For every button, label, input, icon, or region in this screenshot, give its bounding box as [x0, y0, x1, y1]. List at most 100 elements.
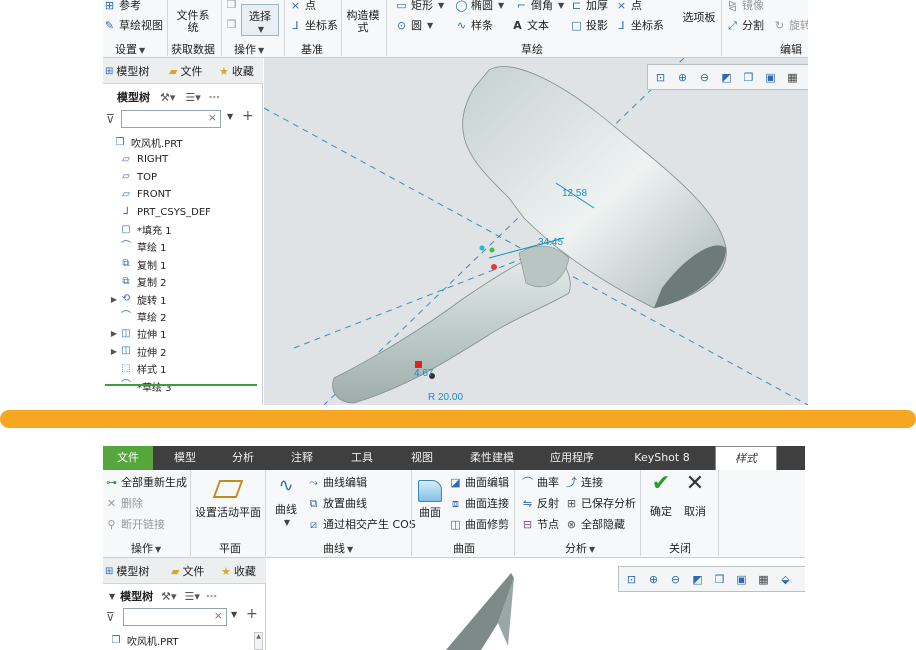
tree-columns-icon[interactable]: ☰▾ [185, 91, 200, 104]
surface-edit-button[interactable]: ◪ 曲面编辑 [449, 474, 509, 490]
tree-item[interactable]: ⧉ 复制 1 [103, 256, 263, 273]
zoom-out-icon[interactable]: ⊖ [696, 69, 713, 86]
tree-item[interactable]: ❒ 吹风机.PRT [103, 134, 263, 151]
set-active-plane-button[interactable]: 设置活动平面 [195, 480, 261, 519]
expand-arrow-icon[interactable]: ▶ [109, 329, 119, 338]
cancel-button[interactable]: ✕ 取消 [679, 473, 711, 518]
tree-header[interactable]: 模型树 ⚒▾ ☰▾ ⋯ [103, 88, 263, 106]
surface-trim-button[interactable]: ◫ 曲面修剪 [449, 516, 509, 532]
expand-arrow-icon[interactable]: ▶ [109, 295, 119, 304]
surface-connect-button[interactable]: ⧈ 曲面连接 [449, 495, 509, 511]
refit-icon[interactable]: ⊡ [652, 69, 669, 86]
tab-favorites[interactable]: ★ 收藏 [221, 563, 256, 579]
divide-button[interactable]: ⤢ 分割 [726, 17, 764, 33]
zoom-in-icon[interactable]: ⊕ [674, 69, 691, 86]
tree-filter-icon[interactable]: ⋯ [206, 590, 217, 603]
reflection-button[interactable]: ⇋ 反射 [521, 495, 559, 511]
tree-header[interactable]: ▼ 模型树 ⚒▾ ☰▾ ⋯ [103, 587, 266, 605]
graphics-viewport[interactable]: 12.58 34.45 4.67 R 20.00 ⊡ ⊕ ⊖ ◩ ❐ ▣ ▦ [264, 58, 808, 405]
expand-arrow-icon[interactable]: ▶ [109, 347, 119, 356]
tab-8[interactable]: KeyShot 8 [613, 446, 711, 470]
chevron-down-icon[interactable]: ▼ [227, 112, 233, 121]
file-csys-button[interactable]: 文件系统 [173, 10, 213, 34]
datum-display-icon[interactable]: ▦ [784, 69, 801, 86]
tab-1[interactable]: 模型 [157, 446, 213, 470]
graphics-viewport[interactable]: ⊡ ⊕ ⊖ ◩ ❐ ▣ ▦ ⬙ [266, 558, 805, 650]
repaint-icon[interactable]: ◩ [689, 571, 706, 588]
hide-all-button[interactable]: ⊗ 全部隐藏 [565, 516, 625, 532]
tree-item[interactable]: ▱ TOP [103, 169, 263, 186]
mirror-button[interactable]: ⧎ 镜像 [726, 0, 764, 13]
scrollbar[interactable]: ▲ [254, 632, 263, 650]
tab-model-tree[interactable]: ⊞ 模型树 [105, 563, 149, 579]
tree-item[interactable]: ▶ ⟲ 旋转 1 [103, 291, 263, 308]
sketch-view-button[interactable]: ✎ 草绘视图 [103, 17, 163, 33]
tree-search-input[interactable]: × [121, 110, 221, 128]
group-label-settings[interactable]: 设置 ▼ [115, 41, 145, 57]
node-button[interactable]: ⊟ 节点 [521, 516, 559, 532]
text-button[interactable]: A 文本 [511, 17, 549, 33]
tree-filter-icon[interactable]: ⋯ [209, 91, 220, 104]
copy-icon-button[interactable]: ❐ [225, 0, 238, 11]
group-label-curves[interactable]: 曲线 ▼ [323, 540, 353, 556]
circle-button[interactable]: ⊙ 圆 ▼ [395, 17, 433, 33]
rectangle-button[interactable]: ▭ 矩形 ▼ [395, 0, 444, 13]
refit-icon[interactable]: ⊡ [623, 571, 640, 588]
project-button[interactable]: □ 投影 [570, 17, 608, 33]
tree-search-input[interactable]: × [123, 608, 227, 626]
chevron-down-icon[interactable]: ▼ [231, 610, 237, 619]
group-label-analysis[interactable]: 分析 ▼ [565, 540, 595, 556]
tree-settings-icon[interactable]: ⚒▾ [161, 590, 176, 603]
rotate-button[interactable]: ↻ 旋转 [773, 17, 808, 33]
analysis-connect-button[interactable]: ⤴ 连接 [565, 474, 603, 490]
tree-settings-icon[interactable]: ⚒▾ [160, 91, 175, 104]
tree-item[interactable]: ⌒ 草绘 1 [103, 238, 263, 255]
tree-item[interactable]: ▶ ◫ 拉伸 2 [103, 343, 263, 360]
tree-item[interactable]: ▱ RIGHT [103, 151, 263, 168]
clear-icon[interactable]: × [214, 609, 223, 622]
tree-item[interactable]: ▱ FRONT [103, 186, 263, 203]
tree-item[interactable]: ⌒ *草绘 3 [103, 378, 263, 395]
tree-columns-icon[interactable]: ☰▾ [185, 590, 200, 603]
tab-4[interactable]: 工具 [333, 446, 391, 470]
saved-views-icon[interactable]: ▣ [762, 69, 779, 86]
regenerate-all-button[interactable]: ⊶ 全部重新生成 [105, 474, 187, 490]
construct-mode-button[interactable]: 构造模式 [345, 10, 381, 34]
sketch-point-button[interactable]: × 点 [615, 0, 642, 13]
handle-point[interactable] [415, 361, 422, 368]
sketch-csys-button[interactable]: ⅃ 坐标系 [615, 17, 664, 33]
saved-views-icon[interactable]: ▣ [733, 571, 750, 588]
tree-item[interactable]: ❒ 吹风机.PRT [103, 632, 263, 649]
tab-3[interactable]: 注释 [273, 446, 331, 470]
paste-icon-button[interactable]: ❐ [225, 18, 238, 31]
delete-button[interactable]: ✕ 删除 [105, 495, 143, 511]
curvature-button[interactable]: ⌒ 曲率 [521, 474, 559, 490]
tab-2[interactable]: 分析 [215, 446, 271, 470]
cos-intersect-button[interactable]: ⧄ 通过相交产生 COS [307, 516, 416, 532]
tree-item[interactable]: ⧉ 复制 2 [103, 273, 263, 290]
zoom-out-icon[interactable]: ⊖ [667, 571, 684, 588]
confirm-button[interactable]: ✔ 确定 [645, 473, 677, 518]
tree-item[interactable]: ⅃ PRT_CSYS_DEF [103, 204, 263, 221]
datum-csys-button[interactable]: ⅃ 坐标系 [289, 17, 338, 33]
tab-5[interactable]: 视图 [393, 446, 451, 470]
add-icon[interactable]: + [242, 108, 254, 124]
handle-point[interactable] [489, 247, 495, 253]
tree-item[interactable]: ▢ *填充 1 [103, 221, 263, 238]
place-curve-button[interactable]: ⧉ 放置曲线 [307, 495, 367, 511]
tab-9[interactable]: 样式 [715, 446, 777, 470]
palette-button[interactable]: 选项板 [677, 12, 721, 24]
tab-6[interactable]: 柔性建模 [453, 446, 531, 470]
break-link-button[interactable]: ⚲ 断开链接 [105, 516, 165, 532]
select-button[interactable]: 选择 ▼ [241, 4, 279, 36]
tab-favorites[interactable]: ★ 收藏 [219, 63, 254, 79]
zoom-in-icon[interactable]: ⊕ [645, 571, 662, 588]
ellipse-button[interactable]: ◯ 椭圆 ▼ [455, 0, 504, 13]
tree-item[interactable]: ▶ ◫ 拉伸 1 [103, 325, 263, 342]
curve-button[interactable]: ∿ 曲线 ▼ [269, 477, 303, 529]
saved-analysis-button[interactable]: ⊞ 已保存分析 [565, 495, 636, 511]
reference-button[interactable]: ⊞ 参考 [103, 0, 141, 13]
tab-model-tree[interactable]: ⊞ 模型树 [105, 63, 149, 79]
tree-item[interactable]: ⌒ 草绘 2 [103, 308, 263, 325]
handle-point[interactable] [491, 264, 497, 270]
